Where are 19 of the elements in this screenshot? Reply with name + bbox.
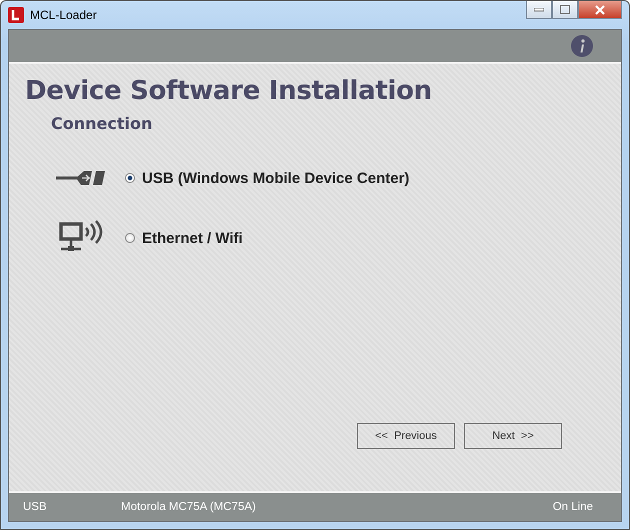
online-status: On Line bbox=[552, 501, 593, 513]
minimize-icon bbox=[534, 8, 544, 12]
section-heading: Connection bbox=[51, 114, 154, 133]
next-button[interactable]: Next >> bbox=[464, 423, 562, 449]
usb-icon bbox=[56, 169, 108, 187]
minimize-button[interactable] bbox=[526, 1, 552, 19]
info-icon[interactable] bbox=[571, 35, 593, 57]
connection-radio[interactable]: Ethernet / Wifi bbox=[125, 230, 243, 246]
close-icon bbox=[594, 4, 606, 14]
previous-button[interactable]: << Previous bbox=[357, 423, 455, 449]
close-button[interactable] bbox=[578, 1, 622, 19]
maximize-icon bbox=[560, 5, 570, 14]
connection-radio[interactable]: USB (Windows Mobile Device Center) bbox=[125, 170, 410, 186]
device-name: Motorola MC75A (MC75A) bbox=[121, 501, 257, 513]
window-title: MCL-Loader bbox=[30, 8, 97, 22]
maximize-button[interactable] bbox=[552, 1, 578, 19]
app-logo-icon bbox=[8, 7, 24, 23]
connection-status: USB bbox=[23, 501, 48, 513]
page-heading: Device Software Installation bbox=[25, 76, 433, 106]
